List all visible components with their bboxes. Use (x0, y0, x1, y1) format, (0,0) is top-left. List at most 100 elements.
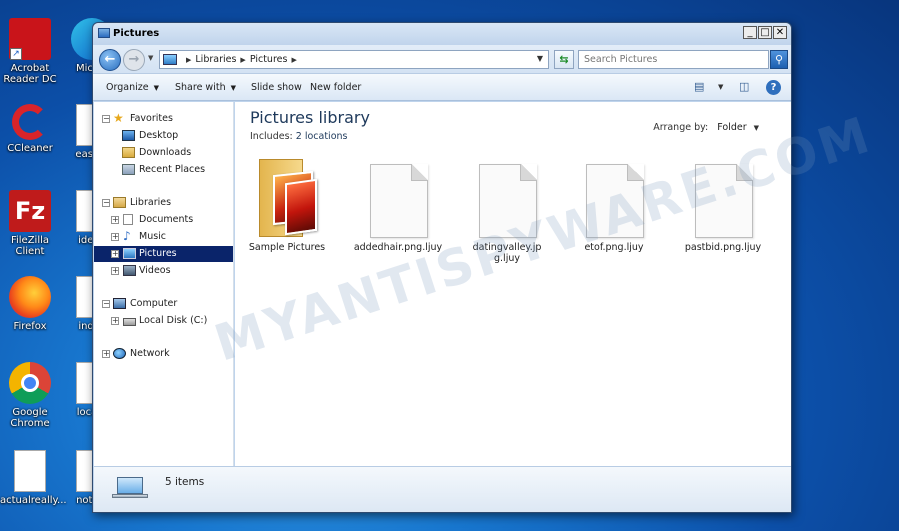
tree-item-pictures[interactable]: + Pictures (94, 246, 233, 262)
collapse-icon[interactable]: − (102, 115, 110, 123)
blank-file-icon (479, 164, 537, 238)
arrange-by-dropdown[interactable]: Folder (717, 122, 746, 133)
breadcrumb-libraries[interactable]: Libraries (195, 54, 236, 65)
tree-item-music[interactable]: + ♪ Music (94, 229, 233, 245)
pictures-icon (123, 248, 136, 259)
tree-item-computer[interactable]: − Computer (94, 296, 233, 312)
blank-file-icon (370, 164, 428, 238)
desktop-icon-label: actualreally... (0, 495, 67, 506)
collapse-icon[interactable]: − (102, 300, 110, 308)
chevron-right-icon[interactable]: ▶ (291, 56, 296, 64)
expand-icon[interactable]: + (102, 350, 110, 358)
explorer-window: Pictures _ □ ✕ ← → ▼ ▶ Libraries ▶ Pictures… (92, 22, 792, 513)
computer-icon (113, 298, 126, 309)
collapse-icon[interactable]: − (102, 199, 110, 207)
tree-item-local-disk[interactable]: + Local Disk (C:) (94, 313, 233, 329)
tree-item-favorites[interactable]: − ★ Favorites (94, 111, 233, 127)
chevron-down-icon[interactable]: ▼ (754, 124, 759, 132)
network-icon (113, 348, 126, 359)
desktop-icon-label: Firefox (13, 321, 47, 332)
refresh-button[interactable]: ⇆ (554, 50, 574, 69)
close-button[interactable]: ✕ (773, 26, 787, 39)
recent-pages-dropdown[interactable]: ▼ (148, 54, 153, 62)
filezilla-icon: Fz (9, 190, 51, 232)
expand-icon[interactable]: + (111, 233, 119, 241)
desktop-icon-filezilla[interactable]: Fz FileZilla Client (0, 190, 60, 257)
acrobat-icon: ↗ (9, 18, 51, 60)
laptop-icon (112, 477, 148, 499)
desktop-icon-label: Google Chrome (10, 407, 50, 429)
details-pane: 5 items (94, 466, 791, 512)
maximize-button[interactable]: □ (758, 26, 772, 39)
search-input[interactable] (578, 50, 769, 69)
desktop-icon-ccleaner[interactable]: CCleaner (0, 104, 60, 154)
expand-icon[interactable]: + (111, 267, 119, 275)
desktop-icon-label: Acrobat Reader DC (3, 63, 57, 85)
downloads-icon (122, 147, 135, 158)
back-button[interactable]: ← (99, 49, 121, 71)
tree-item-recent-places[interactable]: Recent Places (94, 162, 233, 178)
documents-icon (123, 214, 133, 225)
ccleaner-icon (12, 104, 48, 140)
tree-item-desktop[interactable]: Desktop (94, 128, 233, 144)
help-button[interactable]: ? (766, 80, 781, 95)
blank-file-icon (586, 164, 644, 238)
tree-item-documents[interactable]: + Documents (94, 212, 233, 228)
window-controls: _ □ ✕ (743, 26, 787, 39)
music-icon: ♪ (123, 229, 131, 243)
folder-icon (259, 159, 317, 239)
expand-icon[interactable]: + (111, 317, 119, 325)
new-folder-button[interactable]: New folder (310, 82, 361, 93)
item-count: 5 items (165, 476, 205, 488)
share-with-button[interactable]: Share with ▼ (175, 82, 236, 93)
slide-show-button[interactable]: Slide show (251, 82, 302, 93)
document-icon (14, 450, 46, 492)
chevron-right-icon[interactable]: ▶ (186, 56, 191, 64)
command-bar: Organize ▼ Share with ▼ Slide show New fol… (93, 73, 791, 101)
desktop-icon-acrobat[interactable]: ↗ Acrobat Reader DC (0, 18, 60, 85)
desktop-icon (122, 130, 135, 141)
pictures-library-icon (98, 28, 110, 38)
tree-item-libraries[interactable]: − Libraries (94, 195, 233, 211)
library-includes: Includes: 2 locations (250, 131, 348, 142)
blank-file-icon (695, 164, 753, 238)
videos-icon (123, 265, 136, 276)
desktop-icon-actualreally[interactable]: actualreally... (0, 450, 67, 506)
recent-places-icon (122, 164, 135, 175)
chevron-down-icon: ▼ (153, 84, 159, 92)
desktop-icon-chrome[interactable]: Google Chrome (0, 362, 60, 429)
desktop-icon-label: FileZilla Client (10, 235, 50, 257)
tree-item-downloads[interactable]: Downloads (94, 145, 233, 161)
change-view-icon[interactable]: ▤ (694, 80, 704, 93)
chevron-right-icon[interactable]: ▶ (240, 56, 245, 64)
file-view: Pictures library Includes: 2 locations A… (235, 102, 791, 466)
expand-icon[interactable]: + (111, 216, 119, 224)
chevron-down-icon: ▼ (230, 84, 236, 92)
preview-pane-icon[interactable]: ◫ (739, 80, 749, 93)
address-dropdown-icon[interactable]: ▼ (537, 54, 543, 63)
expand-icon[interactable]: + (111, 250, 119, 258)
breadcrumb-pictures[interactable]: Pictures (250, 54, 288, 65)
window-title: Pictures (113, 28, 160, 39)
tree-item-videos[interactable]: + Videos (94, 263, 233, 279)
address-bar[interactable]: ▶ Libraries ▶ Pictures ▶ ▼ (159, 50, 549, 69)
locations-link[interactable]: 2 locations (296, 131, 348, 142)
libraries-icon (113, 197, 126, 208)
desktop-icon-label: CCleaner (7, 143, 53, 154)
breadcrumb: ▶ Libraries ▶ Pictures ▶ (182, 54, 301, 65)
arrange-by: Arrange by: Folder ▼ (653, 122, 759, 133)
hard-drive-icon (123, 318, 136, 326)
organize-button[interactable]: Organize ▼ (106, 82, 159, 93)
title-bar[interactable]: Pictures _ □ ✕ (93, 23, 791, 45)
chrome-icon (9, 362, 51, 404)
forward-button[interactable]: → (123, 49, 145, 71)
library-title: Pictures library (250, 108, 370, 127)
star-icon: ★ (113, 111, 124, 125)
pictures-icon (163, 54, 177, 65)
navigation-pane: − ★ Favorites Desktop Downloads Recent P… (94, 102, 234, 466)
view-options-dropdown[interactable]: ▼ (718, 83, 723, 91)
minimize-button[interactable]: _ (743, 26, 757, 39)
desktop-icon-firefox[interactable]: Firefox (0, 276, 60, 332)
tree-item-network[interactable]: + Network (94, 346, 233, 362)
search-icon[interactable]: ⚲ (770, 50, 788, 69)
